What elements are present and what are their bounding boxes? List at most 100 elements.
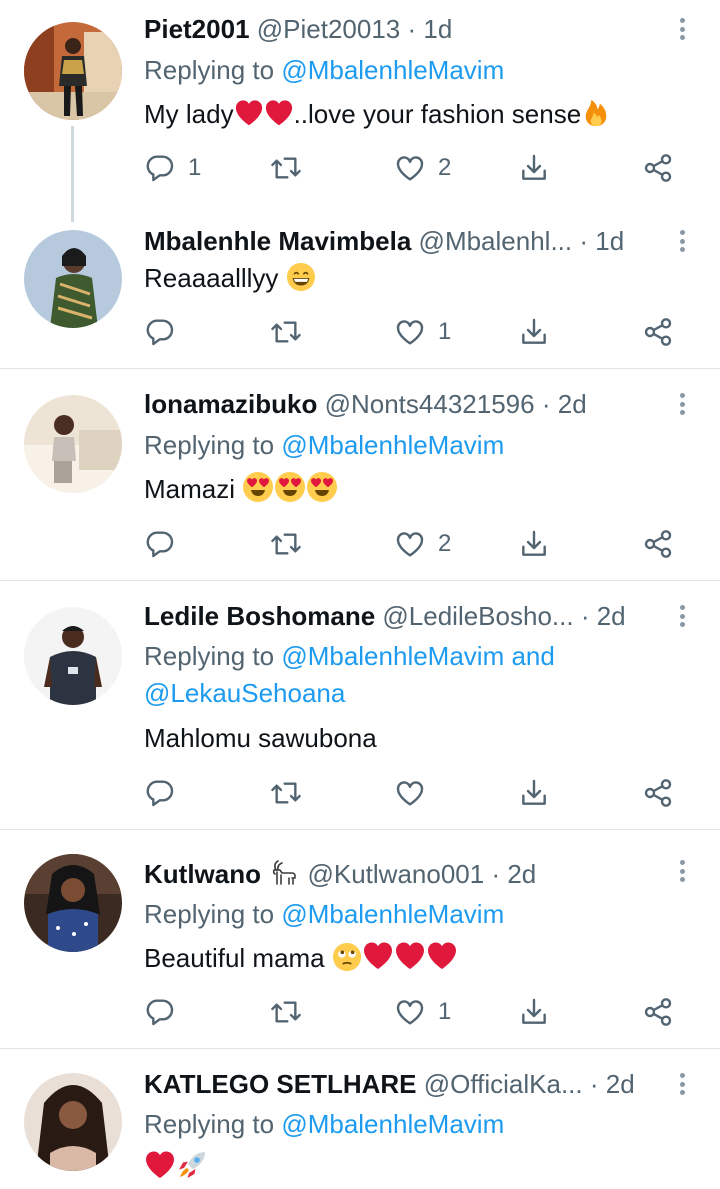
tweet-6[interactable]: KATLEGO SETLHARE @OfficialKa... · 2d Rep… <box>0 1049 720 1189</box>
retweet-button[interactable] <box>270 312 314 352</box>
more-vertical-icon[interactable] <box>672 856 692 886</box>
like-button[interactable]: 2 <box>394 148 451 188</box>
bookmark-button[interactable] <box>518 524 550 564</box>
more-vertical-icon[interactable] <box>672 601 692 631</box>
reply-icon <box>144 996 176 1028</box>
like-count: 2 <box>438 530 452 557</box>
retweet-button[interactable] <box>270 148 314 188</box>
replying-prefix: Replying to <box>144 55 282 85</box>
more-vertical-icon[interactable] <box>672 226 692 256</box>
reply-button[interactable] <box>144 312 188 352</box>
avatar[interactable] <box>24 1073 122 1171</box>
user-handle[interactable]: @Piet20013 <box>257 14 401 44</box>
timestamp[interactable]: 2d <box>597 601 626 631</box>
tweet-text-part: Reaaaalllyy <box>144 263 279 293</box>
share-button[interactable] <box>642 312 674 352</box>
heart-outline-icon <box>394 996 426 1028</box>
replying-to: Replying to @MbalenhleMavim <box>144 896 504 932</box>
like-button[interactable]: 1 <box>394 312 451 352</box>
timestamp[interactable]: 1d <box>423 14 452 44</box>
mention-link[interactable]: @LekauSehoana <box>144 678 345 708</box>
tweet-text <box>144 1149 208 1185</box>
tweet-3[interactable]: lonamazibuko @Nonts44321596 · 2d Replyin… <box>0 369 720 580</box>
reply-icon <box>144 777 176 809</box>
avatar[interactable] <box>24 395 122 493</box>
tweet-text: Mamazi <box>144 471 338 507</box>
tweet-header: Mbalenhle Mavimbela @Mbalenhl... · 1d <box>144 224 660 258</box>
tweet-text-part: Mamazi <box>144 474 236 504</box>
fire-emoji <box>581 98 611 128</box>
retweet-button[interactable] <box>270 773 314 813</box>
like-button[interactable]: 2 <box>394 524 451 564</box>
tweet-4[interactable]: Ledile Boshomane @LedileBosho... · 2d Re… <box>0 581 720 829</box>
reply-button[interactable] <box>144 773 188 813</box>
mention-link[interactable]: @MbalenhleMavim <box>281 899 504 929</box>
tweet-text-part: ..love your fashion sense <box>293 99 582 129</box>
share-icon <box>642 528 674 560</box>
reply-count: 1 <box>188 154 202 181</box>
timestamp[interactable]: 2d <box>558 389 587 419</box>
user-handle[interactable]: @Mbalenhl... <box>419 226 573 256</box>
separator-dot: · <box>407 14 417 44</box>
more-vertical-icon[interactable] <box>672 389 692 419</box>
more-vertical-icon[interactable] <box>672 1069 692 1099</box>
red-heart-emoji <box>234 98 264 128</box>
bookmark-button[interactable] <box>518 312 550 352</box>
user-handle[interactable]: @Kutlwano001 <box>307 859 484 889</box>
more-vertical-icon[interactable] <box>672 14 692 44</box>
avatar[interactable] <box>24 607 122 705</box>
mention-link[interactable]: @MbalenhleMavim <box>281 1109 504 1139</box>
retweet-icon <box>270 316 302 348</box>
timestamp[interactable]: 2d <box>606 1069 635 1099</box>
replying-prefix: Replying to <box>144 899 282 929</box>
like-button[interactable]: 1 <box>394 992 451 1032</box>
tweet-header: Ledile Boshomane @LedileBosho... · 2d <box>144 599 660 633</box>
like-button[interactable] <box>394 773 438 813</box>
share-icon <box>642 777 674 809</box>
display-name[interactable]: Kutlwano <box>144 859 261 889</box>
display-name[interactable]: Piet2001 <box>144 14 250 44</box>
bookmark-button[interactable] <box>518 773 550 813</box>
reply-button[interactable] <box>144 992 188 1032</box>
reply-button[interactable]: 1 <box>144 148 201 188</box>
bookmark-button[interactable] <box>518 148 550 188</box>
share-button[interactable] <box>642 992 674 1032</box>
replying-prefix: Replying to <box>144 1109 282 1139</box>
display-name[interactable]: Ledile Boshomane <box>144 601 375 631</box>
timestamp[interactable]: 1d <box>595 226 624 256</box>
user-handle[interactable]: @LedileBosho... <box>382 601 573 631</box>
bookmark-button[interactable] <box>518 992 550 1032</box>
display-name[interactable]: Mbalenhle Mavimbela <box>144 226 411 256</box>
retweet-button[interactable] <box>270 992 314 1032</box>
tweet-text: My lady ..love your fashion sense <box>144 96 611 132</box>
timestamp[interactable]: 2d <box>507 859 536 889</box>
share-button[interactable] <box>642 524 674 564</box>
tweet-header: KATLEGO SETLHARE @OfficialKa... · 2d <box>144 1067 660 1101</box>
retweet-icon <box>270 777 302 809</box>
tweet-5[interactable]: Kutlwano @Kutlwano001 · 2d Replying to @… <box>0 830 720 1048</box>
reply-button[interactable] <box>144 524 188 564</box>
share-icon <box>642 316 674 348</box>
share-button[interactable] <box>642 773 674 813</box>
mention-link[interactable]: @MbalenhleMavim <box>281 55 504 85</box>
red-heart-emoji <box>426 940 458 972</box>
download-arrow-icon <box>518 777 550 809</box>
display-name[interactable]: lonamazibuko <box>144 389 317 419</box>
replying-join: and <box>504 641 555 671</box>
red-heart-emoji <box>394 940 426 972</box>
retweet-button[interactable] <box>270 524 314 564</box>
mention-link[interactable]: @MbalenhleMavim <box>281 430 504 460</box>
avatar[interactable] <box>24 230 122 328</box>
user-handle[interactable]: @Nonts44321596 <box>325 389 535 419</box>
share-button[interactable] <box>642 148 674 188</box>
heart-outline-icon <box>394 777 426 809</box>
tweet-1[interactable]: Piet2001 @Piet20013 · 1d Replying to @Mb… <box>0 0 720 200</box>
tweet-2[interactable]: Mbalenhle Mavimbela @Mbalenhl... · 1d Re… <box>0 200 720 368</box>
avatar[interactable] <box>24 22 122 120</box>
avatar[interactable] <box>24 854 122 952</box>
user-handle[interactable]: @OfficialKa... <box>424 1069 583 1099</box>
red-heart-emoji <box>264 98 294 128</box>
tweet-actions: 1 <box>144 312 690 352</box>
mention-link[interactable]: @MbalenhleMavim <box>281 641 504 671</box>
display-name[interactable]: KATLEGO SETLHARE <box>144 1069 417 1099</box>
